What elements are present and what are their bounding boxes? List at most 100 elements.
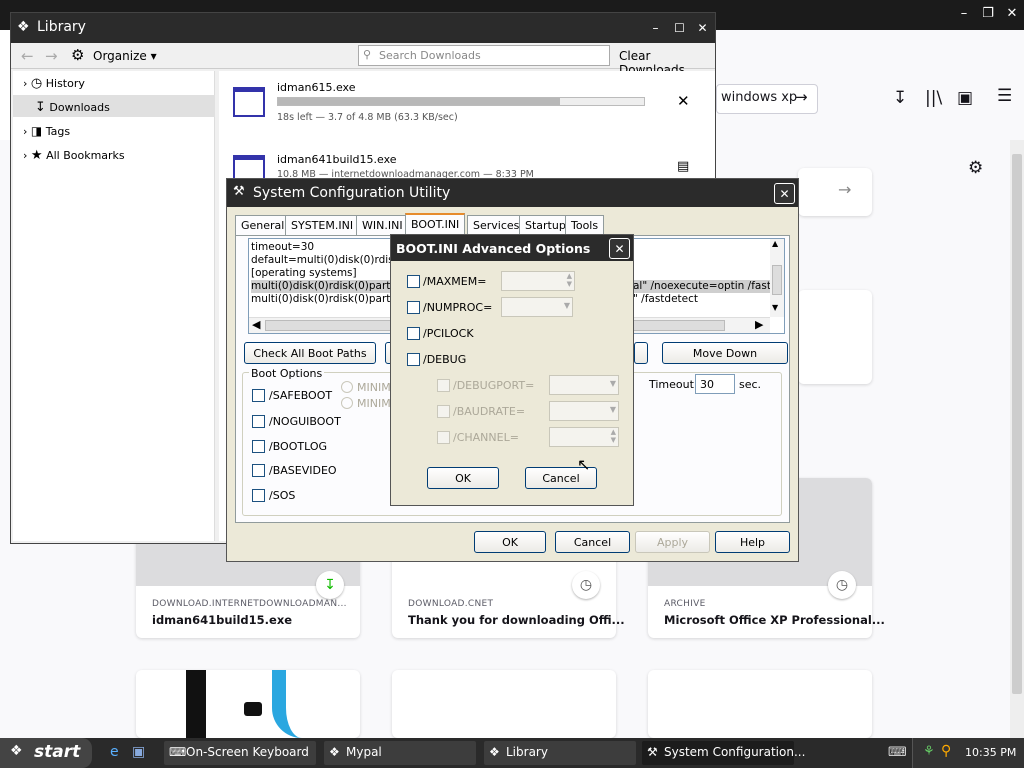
network-icon[interactable]: ⚘ [923, 744, 935, 759]
sos-checkbox[interactable] [252, 489, 265, 502]
tab-general[interactable]: General [235, 215, 291, 235]
close-button[interactable]: ✕ [774, 183, 795, 204]
help-button[interactable]: Help [715, 531, 790, 553]
firefox-scrollbar[interactable] [1010, 140, 1024, 738]
arrow-right-icon: → [838, 180, 852, 199]
highlight-card[interactable] [648, 670, 872, 738]
firefox-window-controls: – ❐ ✕ [952, 2, 1024, 26]
search-text: windows xp [721, 90, 798, 105]
pcilock-checkbox[interactable] [407, 327, 420, 340]
highlight-card[interactable] [392, 670, 616, 738]
close-icon[interactable]: ✕ [1000, 2, 1024, 24]
organize-menu[interactable]: Organize ▾ [93, 49, 157, 63]
gear-icon[interactable]: ⚙ [968, 158, 983, 178]
start-label: start [34, 742, 81, 762]
search-downloads-input[interactable]: ⚲ Search Downloads [358, 45, 610, 66]
debugport-checkbox[interactable] [437, 379, 450, 392]
vertical-scrollbar[interactable]: ▲ ▼ [770, 239, 784, 317]
close-button[interactable]: ✕ [692, 17, 713, 38]
highlight-card[interactable] [136, 670, 360, 738]
clock: 10:35 PM [965, 746, 1017, 759]
sidebar-item-history[interactable]: › ◷ History [13, 71, 215, 93]
ok-button[interactable]: OK [427, 467, 499, 489]
download-icon: ↧ [35, 100, 46, 115]
sysconfig-icon: ⚒ [647, 745, 658, 759]
sidebar-item-bookmarks[interactable]: › ★ All Bookmarks [13, 143, 215, 165]
clock-icon: ◷ [30, 76, 43, 91]
tab-system-ini[interactable]: SYSTEM.INI [285, 215, 360, 235]
sidebar-item-downloads[interactable]: ↧ Downloads [13, 95, 215, 117]
restore-icon[interactable]: ❐ [976, 2, 1000, 24]
sidebar-item-tags[interactable]: › ◨ Tags [13, 119, 215, 141]
numproc-checkbox[interactable] [407, 301, 420, 314]
task-on-screen-keyboard[interactable]: ⌨ On-Screen Keyboard [164, 741, 316, 765]
cancel-download-icon[interactable]: ✕ [677, 92, 690, 110]
tab-boot-ini[interactable]: BOOT.INI [405, 213, 466, 236]
minimal-radio[interactable] [341, 397, 353, 409]
channel-spinner[interactable]: ▲ ▼ [549, 427, 619, 447]
minimize-icon[interactable]: – [952, 2, 976, 24]
basevideo-checkbox[interactable] [252, 464, 265, 477]
tab-startup[interactable]: Startup [519, 215, 572, 235]
noguiboot-checkbox[interactable] [252, 415, 265, 428]
numproc-select[interactable]: ▼ [501, 297, 573, 317]
task-mypal[interactable]: ❖ Mypal [324, 741, 476, 765]
channel-checkbox[interactable] [437, 431, 450, 444]
scroll-down-icon[interactable]: ▼ [772, 303, 778, 312]
option-label: /DEBUG [423, 353, 467, 366]
back-icon[interactable]: ← [21, 47, 34, 65]
tab-win-ini[interactable]: WIN.INI [356, 215, 409, 235]
keyboard-tray-icon[interactable]: ⌨ [888, 745, 907, 760]
debug-checkbox[interactable] [407, 353, 420, 366]
move-down-button[interactable]: Move Down [662, 342, 788, 364]
minimize-button[interactable]: – [645, 17, 666, 38]
start-button[interactable]: ❖ start [0, 738, 92, 768]
hidden-button[interactable] [634, 342, 648, 364]
baudrate-checkbox[interactable] [437, 405, 450, 418]
download-item[interactable]: idman615.exe 18s left — 3.7 of 4.8 MB (6… [219, 71, 715, 141]
clock-icon: ◷ [828, 571, 856, 599]
minimal-radio[interactable] [341, 381, 353, 393]
task-library[interactable]: ❖ Library [484, 741, 636, 765]
check-all-boot-paths-button[interactable]: Check All Boot Paths [244, 342, 376, 364]
scroll-left-icon[interactable]: ◀ [252, 318, 260, 331]
folder-icon[interactable]: ▤ [677, 159, 689, 174]
arrow-right-icon[interactable]: → [795, 88, 808, 106]
library-icon: ❖ [489, 745, 500, 759]
timeout-input[interactable]: 30 [695, 374, 735, 394]
bootlog-checkbox[interactable] [252, 440, 265, 453]
sidebar-item-label: Tags [45, 125, 71, 138]
sidebar-icon[interactable]: ▣ [957, 88, 973, 108]
ok-button[interactable]: OK [474, 531, 546, 553]
tab-services[interactable]: Services [467, 215, 526, 235]
scroll-up-icon[interactable]: ▲ [772, 239, 778, 248]
option-label: /SAFEBOOT [269, 389, 333, 402]
option-label: /MAXMEM= [423, 275, 487, 288]
forward-icon[interactable]: → [45, 47, 58, 65]
search-card[interactable]: → [798, 168, 872, 216]
menu-icon[interactable]: ☰ [997, 86, 1012, 106]
library-icon[interactable]: ||\ [925, 88, 942, 108]
cancel-button[interactable]: Cancel [555, 531, 630, 553]
baudrate-select[interactable]: ▼ [549, 401, 619, 421]
firefox-search-box[interactable]: windows xp → [716, 84, 818, 114]
apply-button[interactable]: Apply [635, 531, 710, 553]
maxmem-spinner[interactable]: ▲ ▼ [501, 271, 575, 291]
scroll-right-icon[interactable]: ▶ [755, 318, 763, 331]
sysconfig-titlebar: ⚒ System Configuration Utility [227, 179, 798, 207]
task-system-configuration[interactable]: ⚒ System Configuration... [642, 741, 805, 765]
option-label: /SOS [269, 489, 296, 502]
timeout-unit: sec. [739, 378, 762, 391]
ie-icon[interactable]: e [110, 744, 119, 760]
debugport-select[interactable]: ▼ [549, 375, 619, 395]
tab-tools[interactable]: Tools [565, 215, 605, 235]
downloads-icon[interactable]: ↧ [893, 88, 907, 108]
search-icon[interactable]: ⚲ [941, 743, 951, 759]
shortcut-tile[interactable] [798, 290, 872, 384]
close-button[interactable]: ✕ [609, 238, 630, 259]
maxmem-checkbox[interactable] [407, 275, 420, 288]
safeboot-checkbox[interactable] [252, 389, 265, 402]
maximize-button[interactable]: ☐ [669, 17, 690, 38]
show-desktop-icon[interactable]: ▣ [132, 744, 145, 760]
card-title: Thank you for downloading Offi... [408, 613, 625, 627]
